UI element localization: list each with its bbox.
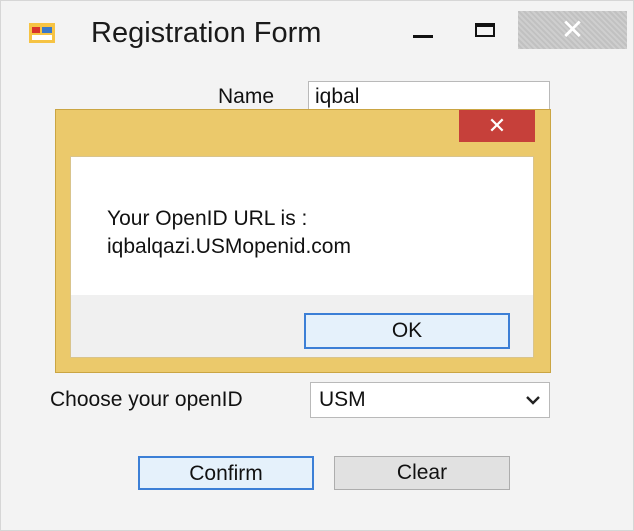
confirm-button[interactable]: Confirm bbox=[138, 456, 314, 490]
minimize-button[interactable] bbox=[405, 11, 445, 51]
dialog-body: Your OpenID URL is : iqbalqazi.USMopenid… bbox=[70, 156, 534, 358]
clear-button[interactable]: Clear bbox=[334, 456, 510, 490]
dialog-message-line-1: Your OpenID URL is : bbox=[107, 207, 308, 230]
ok-button[interactable]: OK bbox=[304, 313, 510, 349]
dialog-message-line-2: iqbalqazi.USMopenid.com bbox=[107, 235, 351, 258]
window-title: Registration Form bbox=[91, 17, 322, 49]
close-button[interactable]: ✕ bbox=[518, 11, 627, 49]
openid-selected-value: USM bbox=[319, 388, 366, 411]
form-app-icon bbox=[29, 23, 55, 43]
registration-window: Registration Form ✕ Name iqbal Choose yo… bbox=[0, 0, 634, 531]
message-dialog: ✕ Your OpenID URL is : iqbalqazi.USMopen… bbox=[55, 109, 551, 373]
dialog-message-area: Your OpenID URL is : iqbalqazi.USMopenid… bbox=[71, 157, 533, 295]
dialog-message: Your OpenID URL is : iqbalqazi.USMopenid… bbox=[107, 205, 351, 261]
name-label: Name bbox=[218, 85, 275, 108]
chevron-down-icon[interactable] bbox=[525, 393, 541, 407]
dialog-close-button[interactable]: ✕ bbox=[459, 110, 535, 142]
openid-label: Choose your openID bbox=[50, 388, 243, 411]
title-bar[interactable]: Registration Form ✕ bbox=[1, 1, 633, 63]
maximize-button[interactable] bbox=[467, 13, 507, 53]
openid-dropdown[interactable]: USM bbox=[310, 382, 550, 418]
